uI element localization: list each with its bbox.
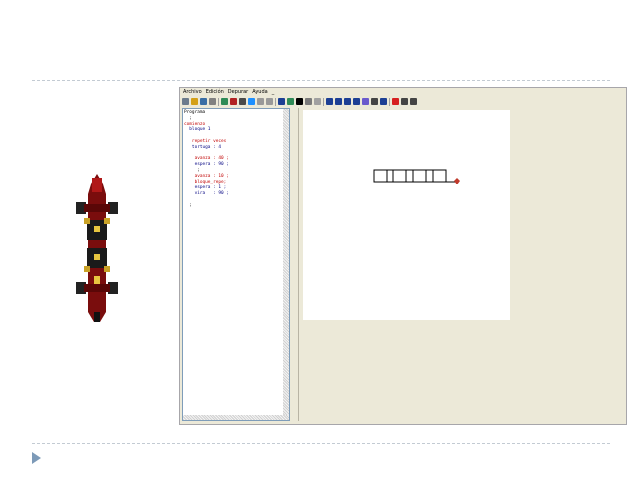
pencil-icon[interactable] [326,98,333,105]
check-icon[interactable] [221,98,228,105]
ide-window: Archivo Edición Depurar Ayuda _ Programa… [179,87,627,425]
rect-icon[interactable] [344,98,351,105]
undo-icon[interactable] [257,98,264,105]
turtle-cursor-icon [454,178,460,184]
color-icon[interactable] [380,98,387,105]
turtle-drawing [373,169,460,184]
bottom-divider [32,443,610,444]
sprite-image [76,174,118,322]
cut-icon[interactable] [230,98,237,105]
code-text: Programa ; comienzo bloque 1 repetir vece… [184,110,229,209]
new-icon[interactable] [182,98,189,105]
fill-icon[interactable] [362,98,369,105]
editor-vertical-scrollbar[interactable] [283,109,289,420]
code-line: repetir veces [184,138,227,144]
stop-icon[interactable] [296,98,303,105]
run-icon[interactable] [287,98,294,105]
menu-extra[interactable]: _ [272,88,275,96]
code-line: avanza : 10 ; [184,173,229,179]
toolbar [182,97,624,106]
code-editor[interactable]: Programa ; comienzo bloque 1 repetir vece… [182,108,290,421]
print-icon[interactable] [209,98,216,105]
save-icon[interactable] [200,98,207,105]
zoom-icon[interactable] [305,98,312,105]
menu-debug[interactable]: Depurar [228,88,248,96]
help-icon[interactable] [410,98,417,105]
menu-help[interactable]: Ayuda [252,88,267,96]
top-divider [32,80,610,81]
info-icon[interactable] [401,98,408,105]
line-icon[interactable] [335,98,342,105]
grid-icon[interactable] [314,98,321,105]
editor-horizontal-scrollbar[interactable] [183,415,289,420]
stop-sign-icon[interactable] [392,98,399,105]
drawing-canvas[interactable] [303,110,510,320]
circle-icon[interactable] [353,98,360,105]
text-icon[interactable] [371,98,378,105]
slide-bullet-icon [32,452,41,464]
menu-edit[interactable]: Edición [206,88,224,96]
canvas-area [298,108,625,421]
open-icon[interactable] [191,98,198,105]
menu-file[interactable]: Archivo [183,88,202,96]
code-line: vira : 90 ; [184,191,229,197]
toolbar-separator [218,97,219,106]
toolbar-separator [275,97,276,106]
step-icon[interactable] [278,98,285,105]
menu-bar: Archivo Edición Depurar Ayuda _ [180,88,629,96]
redo-icon[interactable] [266,98,273,105]
toolbar-separator [389,97,390,106]
toolbar-separator [323,97,324,106]
code-line: ; [184,202,192,208]
paste-icon[interactable] [248,98,255,105]
copy-icon[interactable] [239,98,246,105]
